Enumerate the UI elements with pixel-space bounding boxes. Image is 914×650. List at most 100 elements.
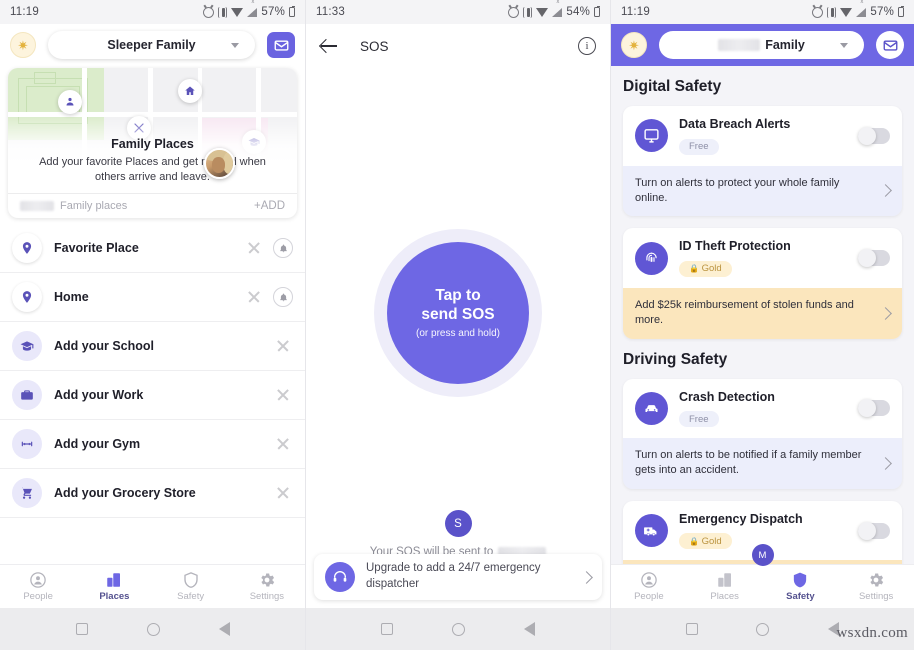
android-nav-bar <box>306 608 610 650</box>
tab-label: People <box>23 591 53 602</box>
status-time: 11:33 <box>316 6 345 18</box>
phone-screen-safety: 11:19 57% ✷ Family D <box>610 0 914 650</box>
feature-id-theft-protection: ID Theft Protection 🔒 Gold Add $25k reim… <box>623 228 902 339</box>
feature-crash-detection: Crash Detection Free Turn on alerts to b… <box>623 378 902 489</box>
home-pin-icon[interactable] <box>178 79 202 103</box>
back-arrow-icon[interactable] <box>320 37 338 55</box>
list-item-label: Favorite Place <box>54 241 139 255</box>
close-icon[interactable] <box>244 287 264 307</box>
park-pin-icon[interactable] <box>58 90 82 114</box>
mail-icon[interactable] <box>876 31 904 59</box>
bottom-tab-bar: People Places Safety Settings <box>0 564 305 608</box>
map-card-footer: Family places +ADD <box>8 193 297 218</box>
list-item[interactable]: Favorite Place <box>0 224 305 273</box>
list-item[interactable]: Add your Work <box>0 371 305 420</box>
list-item[interactable]: Add your Gym <box>0 420 305 469</box>
bell-icon[interactable] <box>273 238 293 258</box>
feature-title: Emergency Dispatch <box>679 511 803 526</box>
home-button[interactable] <box>146 622 160 636</box>
chevron-down-icon <box>231 42 239 48</box>
sos-area: Tap to send SOS (or press and hold) <box>306 68 610 558</box>
info-icon[interactable]: i <box>578 37 596 55</box>
close-icon[interactable] <box>244 238 264 258</box>
list-item[interactable]: Add your School <box>0 322 305 371</box>
family-selector[interactable]: Sleeper Family <box>48 31 255 59</box>
status-bar: 11:19 57% <box>0 0 305 24</box>
back-button[interactable] <box>523 622 535 636</box>
feature-toggle[interactable] <box>858 249 890 268</box>
tab-settings[interactable]: Settings <box>229 571 305 602</box>
chevron-right-icon <box>879 184 892 198</box>
sos-line1: Tap to <box>435 286 481 304</box>
recents-button[interactable] <box>381 623 394 635</box>
places-list: Favorite Place Home Add your School Add … <box>0 224 305 518</box>
home-button[interactable] <box>756 622 770 636</box>
bell-icon[interactable] <box>273 287 293 307</box>
tab-places[interactable]: Places <box>76 571 152 602</box>
member-avatar-pin[interactable] <box>204 148 235 182</box>
star-badge-icon[interactable]: ✷ <box>621 32 647 58</box>
avatar <box>204 148 235 179</box>
family-places-card[interactable]: Family Places Add your favorite Places a… <box>8 68 297 218</box>
battery-icon <box>898 5 904 17</box>
tab-places[interactable]: Places <box>687 571 763 602</box>
status-icons: 57% <box>203 0 295 18</box>
close-icon[interactable] <box>273 483 293 503</box>
home-button[interactable] <box>451 622 465 636</box>
feature-header: Crash Detection Free <box>623 378 902 439</box>
vibrate-icon <box>218 6 228 18</box>
star-badge-icon[interactable]: ✷ <box>10 32 36 58</box>
battery-icon <box>289 5 295 17</box>
feature-title: Data Breach Alerts <box>679 117 791 131</box>
vibrate-icon <box>827 6 837 18</box>
recents-button[interactable] <box>686 623 699 635</box>
tab-safety[interactable]: Safety <box>763 571 839 602</box>
feature-banner[interactable]: Turn on alerts to protect your whole fam… <box>623 165 902 217</box>
battery-percent: 57% <box>261 6 285 18</box>
chevron-right-icon <box>879 306 892 320</box>
list-item-label: Home <box>54 290 89 304</box>
member-badge[interactable]: M <box>751 544 774 566</box>
feature-header: ID Theft Protection 🔒 Gold <box>623 228 902 288</box>
feature-title: ID Theft Protection <box>679 239 791 254</box>
tab-settings[interactable]: Settings <box>838 571 914 602</box>
feature-toggle[interactable] <box>858 399 890 418</box>
tab-safety[interactable]: Safety <box>153 571 229 602</box>
recents-button[interactable] <box>75 623 88 635</box>
feature-banner[interactable]: Add $25k reimbursement of stolen funds a… <box>623 287 902 339</box>
lock-icon: 🔒 <box>689 536 699 546</box>
avatar[interactable]: S <box>444 510 472 537</box>
list-item[interactable]: Add your Grocery Store <box>0 469 305 518</box>
back-button[interactable] <box>218 622 230 636</box>
send-sos-button[interactable]: Tap to send SOS (or press and hold) <box>387 242 529 384</box>
phone-screen-sos: 11:33 54% SOS i Tap to send SOS <box>305 0 610 650</box>
status-bar: 11:33 54% <box>306 0 610 24</box>
tab-people[interactable]: People <box>0 571 76 602</box>
upgrade-dispatcher-banner[interactable]: Upgrade to add a 24/7 emergency dispatch… <box>314 554 602 600</box>
close-icon[interactable] <box>273 434 293 454</box>
tab-people[interactable]: People <box>611 571 687 602</box>
family-selector[interactable]: Family <box>659 31 864 59</box>
tab-label: Safety <box>177 591 205 602</box>
battery-percent: 54% <box>566 6 590 18</box>
close-icon[interactable] <box>273 385 293 405</box>
status-badge: 🔒 Gold <box>679 260 732 277</box>
app-bar: ✷ Sleeper Family <box>0 24 305 66</box>
feature-toggle[interactable] <box>858 521 890 540</box>
graduation-cap-icon <box>12 331 42 361</box>
close-icon[interactable] <box>273 336 293 356</box>
mail-icon[interactable] <box>267 32 295 58</box>
chevron-right-icon <box>879 457 892 470</box>
add-place-button[interactable]: +ADD <box>254 200 285 212</box>
map-pin-icon <box>12 233 42 263</box>
tab-label: People <box>634 591 664 602</box>
headset-icon <box>325 562 355 592</box>
status-time: 11:19 <box>10 6 39 18</box>
tab-label: Safety <box>786 591 815 602</box>
feature-toggle[interactable] <box>858 126 890 145</box>
list-item[interactable]: Home <box>0 273 305 322</box>
redacted-text <box>718 39 761 51</box>
section-heading-digital-safety: Digital Safety <box>623 78 722 95</box>
feature-banner[interactable]: Turn on alerts to be notified if a famil… <box>623 438 902 489</box>
status-badge: 🔒 Gold <box>679 533 732 550</box>
